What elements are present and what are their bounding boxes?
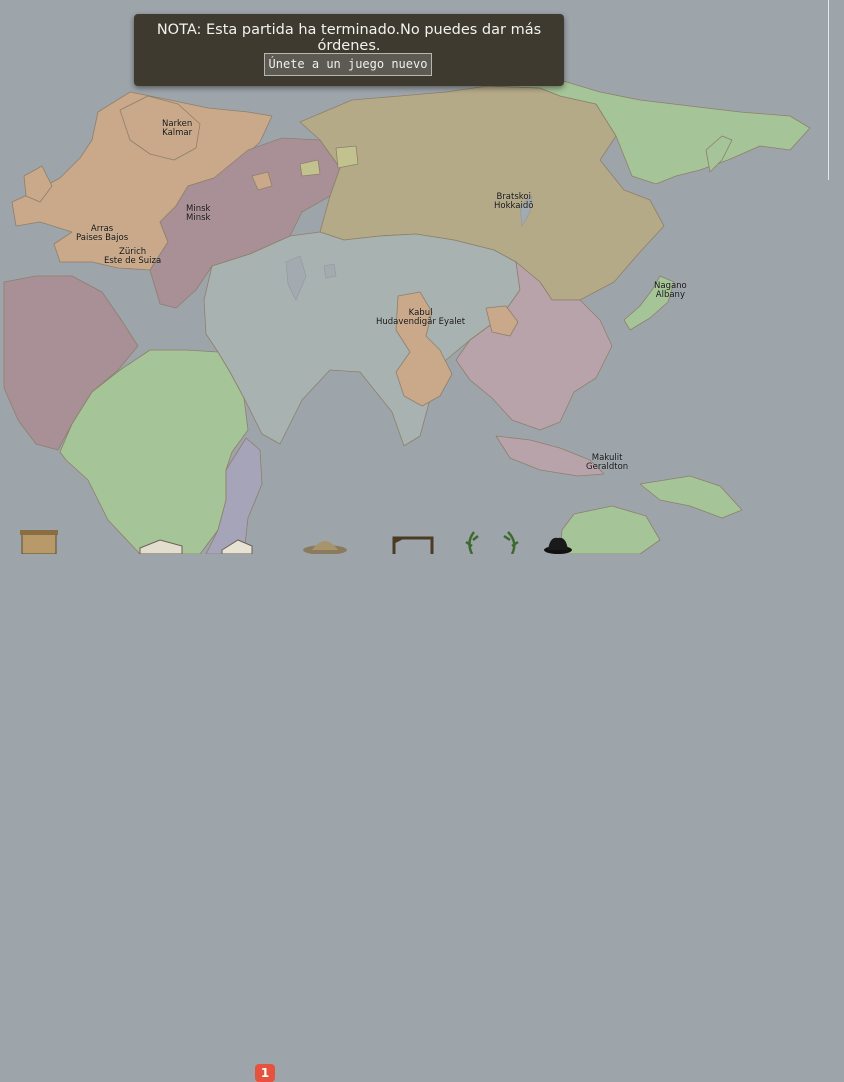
hat-icon[interactable] (300, 528, 350, 554)
city-province: Hokkaidō (494, 201, 534, 211)
city-province: Hudavendigâr Eyalet (376, 317, 466, 327)
aral-sea (323, 263, 337, 279)
city-makulit[interactable]: Makulit Geraldton (586, 454, 628, 472)
city-province: Paises Bajos (76, 233, 129, 243)
bottom-toolbar: 1 (0, 528, 844, 1082)
spy-hat-icon[interactable] (542, 528, 574, 554)
city-nagano[interactable]: Nagano Albany (654, 282, 687, 300)
laurel-icon[interactable] (500, 528, 522, 554)
notice-message: NOTA: Esta partida ha terminado.No puede… (156, 22, 542, 54)
city-kabul[interactable]: Kabul Hudavendigâr Eyalet (376, 309, 465, 327)
gallows-icon[interactable] (386, 528, 438, 554)
scroll-icon[interactable] (18, 528, 62, 554)
city-province: Albany (655, 290, 685, 300)
city-narken[interactable]: Narken Kalmar (162, 120, 192, 138)
city-province: Minsk (186, 213, 211, 223)
map-edge-divider (828, 0, 829, 180)
city-province: Este de Suiza (104, 256, 162, 266)
alert-count-badge[interactable]: 1 (255, 1064, 275, 1082)
city-province: Kalmar (162, 128, 193, 138)
letter-icon[interactable] (218, 528, 254, 554)
city-arras[interactable]: Arras Paises Bajos (76, 225, 128, 243)
book-icon[interactable] (138, 528, 184, 554)
city-minsk[interactable]: Minsk Minsk (186, 205, 210, 223)
city-bratskoi[interactable]: Bratskoi Hokkaidō (494, 193, 533, 211)
laurel-icon[interactable] (462, 528, 484, 554)
territory-pale-province-1[interactable] (335, 145, 359, 169)
city-zurich[interactable]: Zürich Este de Suiza (104, 248, 161, 266)
game-over-notice: NOTA: Esta partida ha terminado.No puede… (134, 14, 564, 86)
join-new-game-button[interactable]: Únete a un juego nuevo (264, 53, 432, 76)
city-province: Geraldton (586, 462, 629, 472)
